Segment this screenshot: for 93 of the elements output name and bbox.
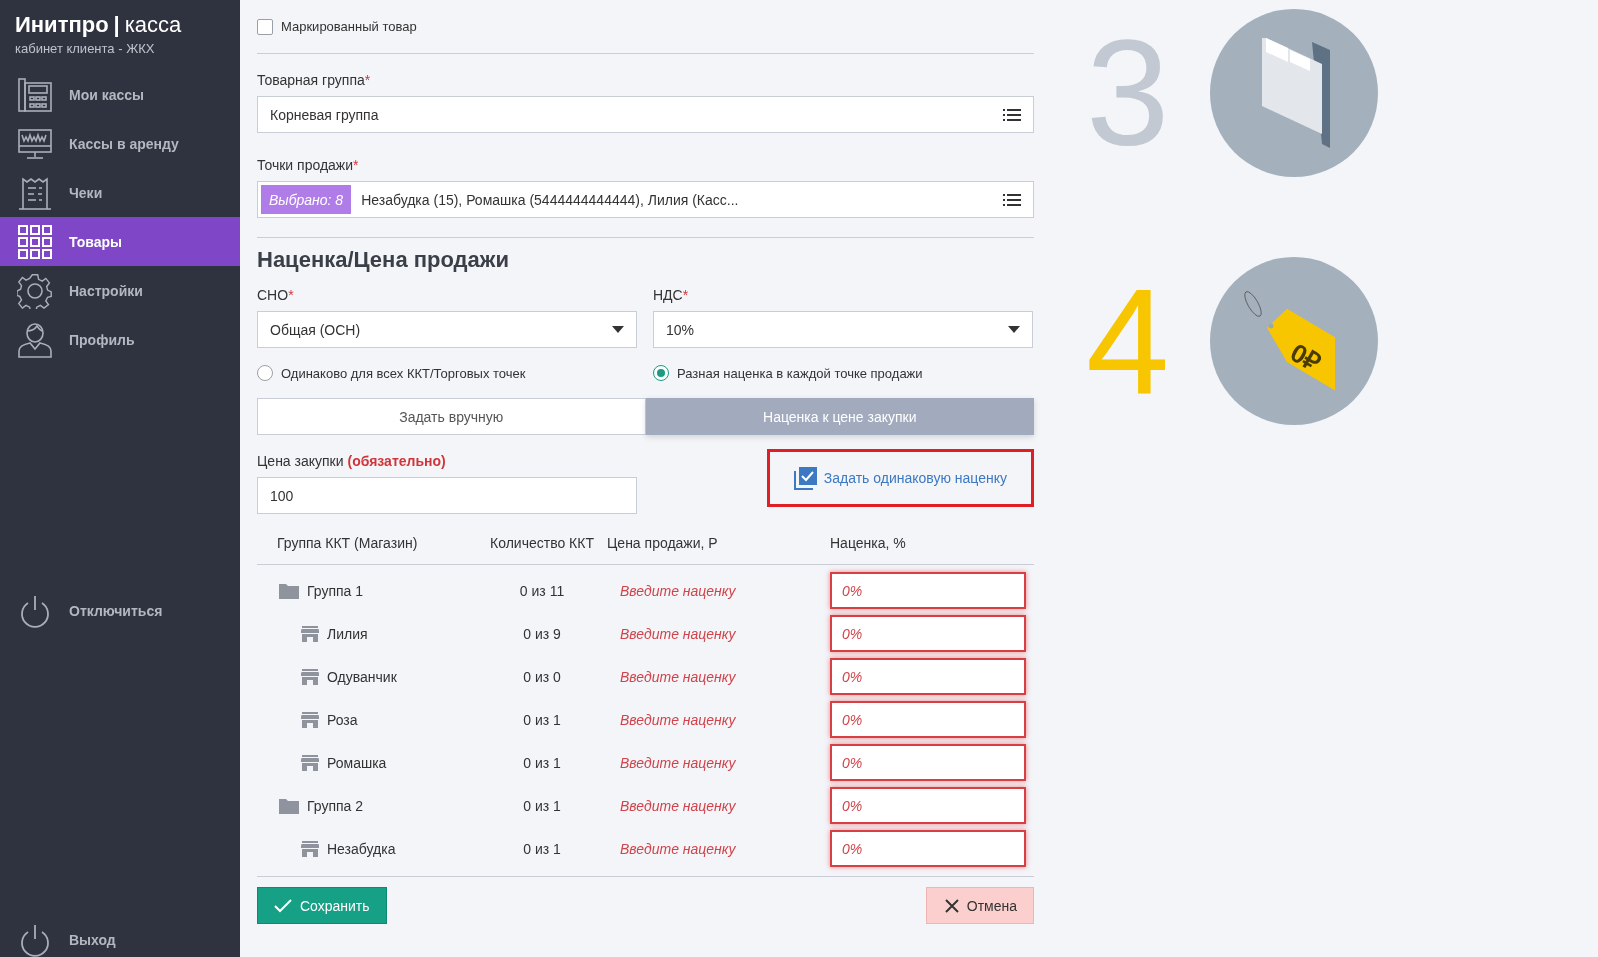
grid-icon bbox=[17, 223, 53, 260]
price-hint: Введите наценку bbox=[620, 797, 736, 814]
sidebar-item[interactable]: Мои кассы bbox=[0, 70, 240, 119]
tree-item-label[interactable]: Лилия bbox=[327, 625, 368, 642]
section-title: Наценка/Цена продажи bbox=[257, 247, 510, 273]
tree-item-label[interactable]: Незабудка bbox=[327, 840, 396, 857]
price-hint: Введите наценку bbox=[620, 668, 736, 685]
column-header: Цена продажи, Р bbox=[607, 534, 719, 553]
table-cell-text: 0 из 9 bbox=[522, 625, 562, 642]
sidebar-item[interactable]: Профиль bbox=[0, 315, 240, 364]
checkbox[interactable] bbox=[257, 18, 273, 35]
price-tag-text: 0₽ bbox=[1285, 337, 1326, 378]
dropdown[interactable]: Общая (ОСН) bbox=[257, 311, 637, 348]
folder-icon bbox=[279, 797, 299, 814]
brand-separator: | bbox=[113, 12, 120, 38]
radio-button[interactable] bbox=[257, 365, 273, 381]
price-hint: Введите наценку bbox=[620, 625, 736, 642]
sidebar-item[interactable]: Чеки bbox=[0, 168, 240, 217]
column-header: Наценка, % bbox=[830, 534, 907, 553]
radio-label: Разная наценка в каждой точке продажи bbox=[677, 365, 923, 381]
column-header: Количество ККТ bbox=[489, 534, 595, 553]
table-cell-text: 0 из 11 bbox=[518, 582, 566, 599]
store-icon bbox=[301, 668, 319, 685]
brand-name: Инитпро bbox=[15, 12, 109, 38]
field-label: НДС* bbox=[653, 287, 690, 303]
markup-field[interactable]: 0% bbox=[830, 744, 1026, 781]
table-cell-text: 0 из 0 bbox=[522, 668, 562, 685]
table-cell-text: 0 из 1 bbox=[522, 754, 562, 771]
markup-field[interactable]: 0% bbox=[830, 658, 1026, 695]
markup-field[interactable]: 0% bbox=[830, 787, 1026, 824]
store-icon bbox=[301, 754, 319, 771]
dropdown[interactable]: 10% bbox=[653, 311, 1033, 348]
sidebar-link[interactable]: Выход bbox=[69, 932, 116, 948]
table-cell-text: 0 из 1 bbox=[522, 840, 562, 857]
power-icon[interactable] bbox=[19, 594, 51, 628]
checkbox-label: Маркированный товар bbox=[281, 19, 417, 34]
person-icon bbox=[17, 321, 53, 358]
cash-register-icon bbox=[17, 76, 53, 113]
caret-icon bbox=[1008, 326, 1020, 333]
sidebar-link[interactable]: Отключиться bbox=[69, 603, 163, 619]
cancel-button[interactable]: Отмена bbox=[925, 887, 1034, 924]
sidebar-item[interactable]: Товары bbox=[0, 217, 240, 266]
sidebar-label: Кассы в аренду bbox=[69, 135, 179, 152]
tree-item-label[interactable]: Роза bbox=[327, 711, 358, 728]
store-icon bbox=[301, 625, 319, 642]
sidebar-label: Товары bbox=[69, 233, 122, 250]
table-cell-text: 0 из 1 bbox=[522, 797, 562, 814]
list-icon[interactable] bbox=[1003, 108, 1021, 121]
store-icon bbox=[301, 840, 319, 857]
sidebar-label: Мои кассы bbox=[69, 86, 145, 103]
select-field[interactable]: Корневая группа bbox=[257, 96, 1034, 133]
field-label: Цена закупки (обязательно) bbox=[257, 453, 447, 469]
tree-item-label[interactable]: Группа 1 bbox=[307, 582, 364, 599]
store-icon bbox=[301, 711, 319, 728]
sidebar-label: Настройки bbox=[69, 282, 143, 299]
sidebar-label: Профиль bbox=[69, 331, 135, 348]
tab[interactable]: Задать вручную bbox=[257, 398, 646, 435]
power-icon[interactable] bbox=[19, 923, 51, 957]
field-label: Товарная группа* bbox=[257, 72, 372, 88]
markup-field[interactable]: 0% bbox=[830, 572, 1026, 609]
field-label: Точки продажи* bbox=[257, 157, 360, 173]
tree-item-label[interactable]: Одуванчик bbox=[327, 668, 397, 685]
price-hint: Введите наценку bbox=[620, 711, 736, 728]
multiselect-field[interactable]: Выбрано: 8 Незабудка (15), Ромашка (5444444444444), Лилия (Касс... bbox=[257, 181, 1034, 218]
markup-field[interactable]: 0% bbox=[830, 701, 1026, 738]
sidebar-item[interactable]: Кассы в аренду bbox=[0, 119, 240, 168]
brand-subtitle: кабинет клиента - ЖКХ bbox=[15, 41, 156, 56]
list-icon[interactable] bbox=[1003, 193, 1021, 206]
sidebar-item[interactable]: Настройки bbox=[0, 266, 240, 315]
caret-icon bbox=[612, 326, 624, 333]
step-number: 4 bbox=[1086, 266, 1171, 416]
folder-icon bbox=[279, 582, 299, 599]
markup-field[interactable]: 0% bbox=[830, 830, 1026, 867]
markup-field[interactable]: 0% bbox=[830, 615, 1026, 652]
price-hint: Введите наценку bbox=[620, 582, 736, 599]
radio-label: Одинаково для всех ККТ/Торговых точек bbox=[281, 365, 526, 381]
radio-button[interactable] bbox=[653, 365, 669, 381]
price-hint: Введите наценку bbox=[620, 754, 736, 771]
check-icon bbox=[274, 898, 292, 913]
tree-item-label[interactable]: Ромашка bbox=[327, 754, 387, 771]
selected-count-tag: Выбрано: 8 bbox=[261, 185, 352, 214]
settings-icon bbox=[17, 272, 53, 309]
checkbox[interactable]: Задать одинаковую наценку bbox=[793, 466, 1007, 490]
table-cell-text: 0 из 1 bbox=[522, 711, 562, 728]
sidebar-label: Чеки bbox=[69, 184, 103, 201]
price-hint: Введите наценку bbox=[620, 840, 736, 857]
close-icon bbox=[944, 898, 959, 913]
checkbox-icon bbox=[793, 466, 818, 490]
tree-item-label[interactable]: Группа 2 bbox=[307, 797, 364, 814]
column-header: Группа ККТ (Магазин) bbox=[277, 534, 419, 553]
input-field[interactable]: 100 bbox=[257, 477, 637, 514]
field-label: СНО* bbox=[257, 287, 295, 303]
brand-product: касса bbox=[124, 12, 182, 38]
